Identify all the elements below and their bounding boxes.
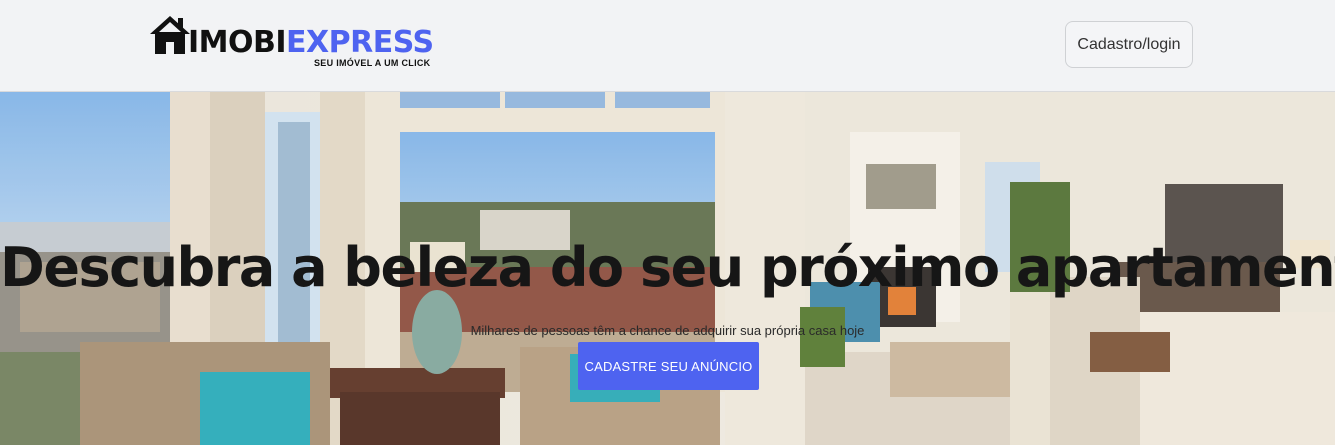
navbar: IMOBIEXPRESS SEU IMÓVEL A UM CLICK Cadas…	[0, 0, 1335, 92]
post-listing-button[interactable]: CADASTRE SEU ANÚNCIO	[578, 342, 759, 390]
signup-login-button[interactable]: Cadastro/login	[1065, 21, 1193, 68]
brand-logo[interactable]: IMOBIEXPRESS SEU IMÓVEL A UM CLICK	[148, 14, 448, 74]
logo-wordmark: IMOBIEXPRESS	[188, 26, 434, 60]
hero-banner: Descubra a beleza do seu próximo apartam…	[0, 92, 1335, 445]
house-icon	[150, 16, 190, 54]
hero-title: Descubra a beleza do seu próximo apartam…	[0, 236, 1335, 300]
logo-word-imobi: IMOBI	[188, 25, 287, 60]
hero-subtitle: Milhares de pessoas têm a chance de adqu…	[470, 323, 865, 338]
logo-word-express: EXPRESS	[286, 25, 434, 60]
logo-tagline: SEU IMÓVEL A UM CLICK	[314, 58, 431, 68]
